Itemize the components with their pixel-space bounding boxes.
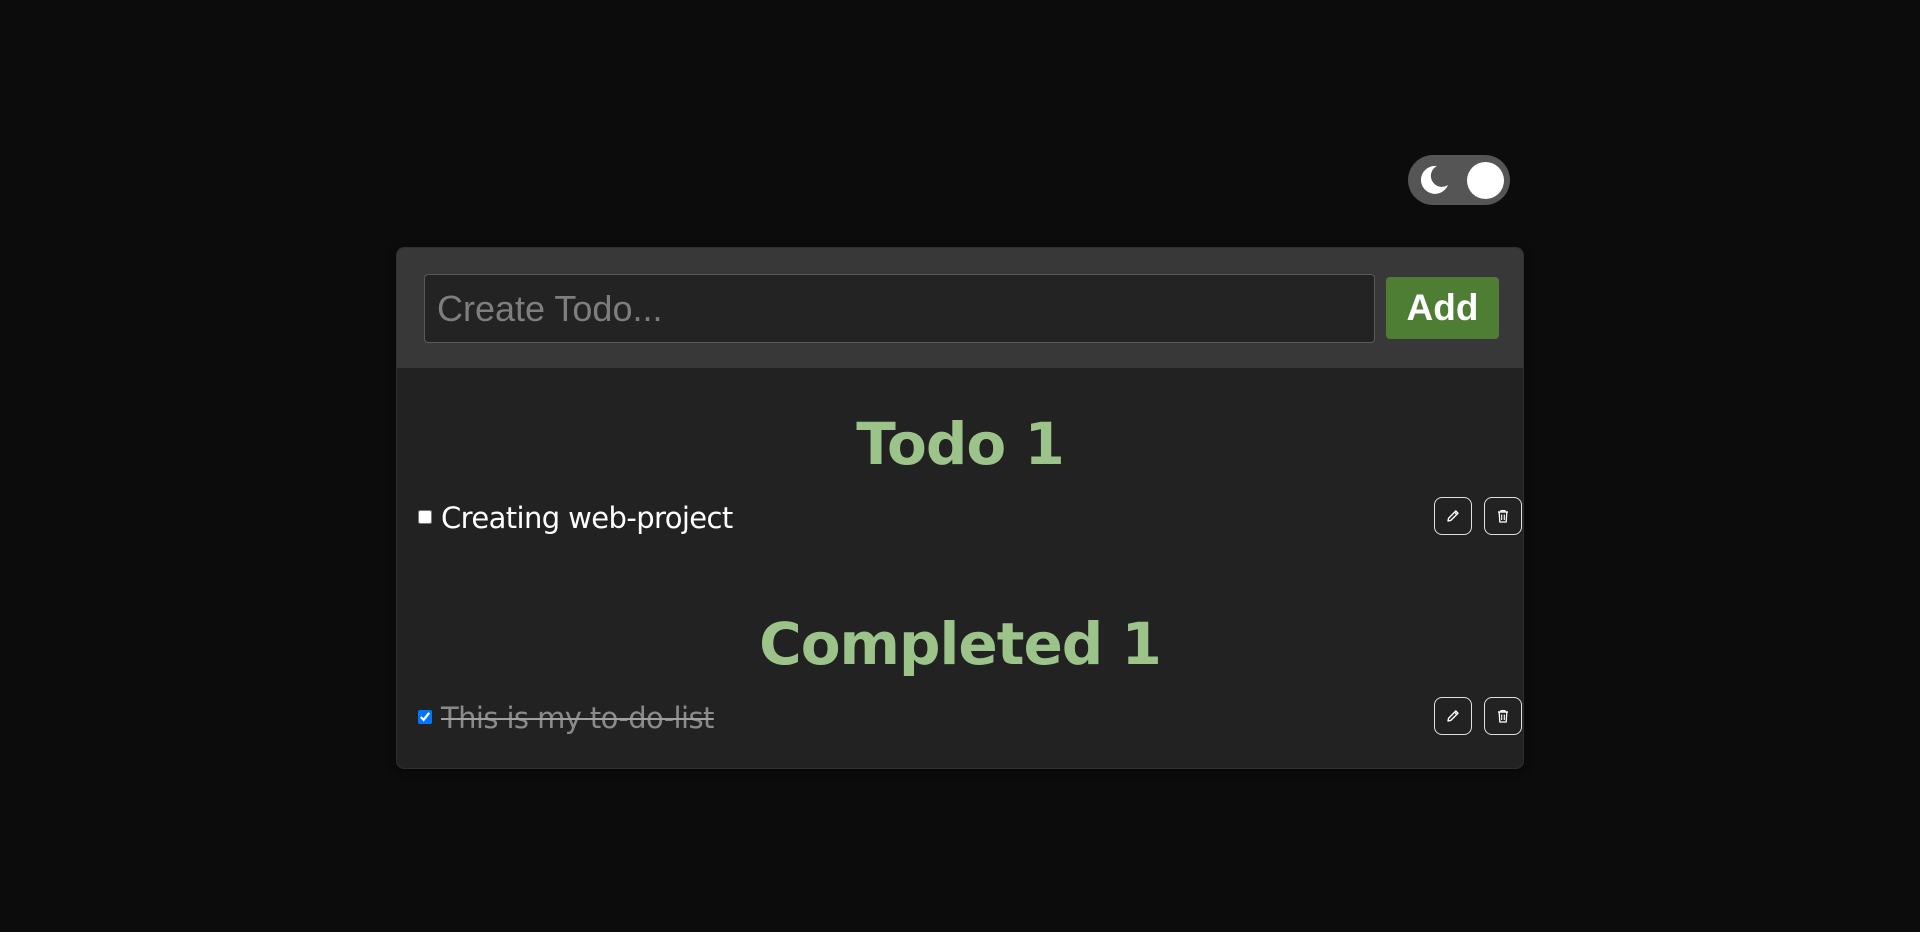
create-todo-input[interactable]	[424, 274, 1375, 343]
moon-icon	[1420, 165, 1448, 194]
trash-icon	[1498, 510, 1508, 523]
todo-item: Creating web-project	[418, 497, 1522, 539]
todo-card: Add Todo 1 Creating web-project	[396, 247, 1524, 769]
edit-button[interactable]	[1434, 497, 1472, 535]
app-root: Add Todo 1 Creating web-project	[0, 0, 1920, 932]
todo-form: Add	[397, 248, 1523, 368]
completed-item: This is my to-do-list	[418, 697, 1522, 739]
trash-icon	[1498, 710, 1508, 723]
toggle-knob	[1467, 162, 1504, 199]
pencil-icon	[1447, 710, 1459, 722]
delete-button[interactable]	[1484, 497, 1522, 535]
todo-item-label: Creating web-project	[441, 501, 733, 535]
todo-section-title: Todo 1	[856, 410, 1065, 478]
delete-button[interactable]	[1484, 697, 1522, 735]
completed-item-label: This is my to-do-list	[441, 701, 714, 735]
todo-checkbox[interactable]	[418, 510, 432, 524]
completed-checkbox[interactable]	[418, 710, 432, 724]
edit-button[interactable]	[1434, 697, 1472, 735]
pencil-icon	[1447, 510, 1459, 522]
add-button[interactable]: Add	[1386, 277, 1499, 339]
completed-section-title: Completed 1	[759, 610, 1162, 678]
theme-toggle[interactable]	[1408, 155, 1510, 205]
